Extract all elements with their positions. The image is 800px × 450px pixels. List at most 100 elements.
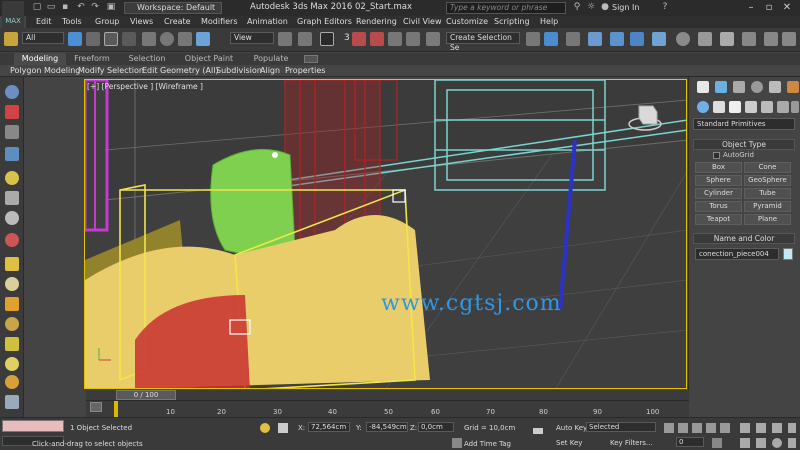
panel-polygon-modeling[interactable]: Polygon Modeling xyxy=(10,66,80,75)
scale-icon[interactable] xyxy=(178,32,192,46)
lock-selection-icon[interactable] xyxy=(260,423,270,433)
menu-civil-view[interactable]: Civil View xyxy=(403,17,442,26)
menu-edit[interactable]: Edit xyxy=(36,17,52,26)
set-key-button[interactable]: Set Key xyxy=(556,439,582,447)
align-icon[interactable] xyxy=(544,32,558,46)
panel-properties[interactable]: Properties xyxy=(285,66,325,75)
geosphere-primitive-icon[interactable] xyxy=(5,375,19,389)
project-folder-icon[interactable]: ▣ xyxy=(106,2,116,12)
teapot-button[interactable]: Teapot xyxy=(695,214,742,225)
search-input[interactable]: Type a keyword or phrase xyxy=(446,2,566,14)
mini-curve-editor-icon[interactable] xyxy=(90,402,102,412)
mirror-icon[interactable] xyxy=(526,32,540,46)
maxscript-listener[interactable] xyxy=(2,420,64,432)
menu-group[interactable]: Group xyxy=(95,17,119,26)
reference-coordinate-dropdown[interactable]: View xyxy=(230,32,274,44)
window-crossing-icon[interactable] xyxy=(122,32,136,46)
rotate-icon[interactable] xyxy=(160,32,174,46)
tab-populate[interactable]: Populate xyxy=(242,53,300,65)
modify-tab-icon[interactable] xyxy=(715,81,727,93)
keyboard-shortcut-icon[interactable] xyxy=(320,32,334,46)
maximize-icon[interactable]: ▫ xyxy=(762,1,776,15)
display-tab-icon[interactable] xyxy=(769,81,781,93)
field-of-view-icon[interactable] xyxy=(740,438,750,448)
lights-category-icon[interactable] xyxy=(729,101,741,113)
autogrid-checkbox[interactable]: AutoGrid xyxy=(713,151,754,159)
render-production-icon[interactable] xyxy=(720,32,734,46)
select-by-name-icon[interactable] xyxy=(86,32,100,46)
menu-tools[interactable]: Tools xyxy=(62,17,82,26)
spacewarps-category-icon[interactable] xyxy=(777,101,789,113)
rendered-frame-icon[interactable] xyxy=(698,32,712,46)
current-frame-marker[interactable] xyxy=(114,401,118,418)
open-file-icon[interactable]: ▭ xyxy=(46,2,56,12)
snap-toggle-icon[interactable] xyxy=(352,32,366,46)
scene-explorer-icon[interactable] xyxy=(5,85,19,99)
key-mode-dropdown[interactable]: Selected xyxy=(586,422,656,432)
y-coordinate-field[interactable]: -84,549cm xyxy=(366,422,408,432)
menu-modifiers[interactable]: Modifiers xyxy=(201,17,238,26)
cone-button[interactable]: Cone xyxy=(744,162,791,173)
panel-geometry-all[interactable]: Geometry (All) xyxy=(160,66,219,75)
particle-icon[interactable] xyxy=(5,395,19,409)
new-file-icon[interactable]: ▢ xyxy=(32,2,42,12)
activeshade-icon[interactable] xyxy=(764,32,778,46)
previous-frame-icon[interactable] xyxy=(678,423,688,433)
viewport-layout-icon[interactable] xyxy=(5,147,19,161)
select-object-icon[interactable] xyxy=(68,32,82,46)
tab-object-paint[interactable]: Object Paint xyxy=(176,53,242,65)
menu-customize[interactable]: Customize xyxy=(446,17,488,26)
time-configuration-icon[interactable] xyxy=(712,438,722,448)
systems-icon[interactable] xyxy=(5,233,19,247)
percent-snap-icon[interactable] xyxy=(388,32,402,46)
primitive-category-dropdown[interactable]: Standard Primitives xyxy=(693,118,795,130)
create-tab-icon[interactable] xyxy=(697,81,709,93)
edit-named-selection-icon[interactable] xyxy=(426,32,440,46)
pyramid-button[interactable]: Pyramid xyxy=(744,201,791,212)
sphere-button[interactable]: Sphere xyxy=(695,175,742,186)
sphere-primitive-icon[interactable] xyxy=(5,277,19,291)
track-bar[interactable]: 10 20 30 40 50 60 70 80 90 100 xyxy=(86,400,689,418)
curve-editor-icon[interactable] xyxy=(610,32,624,46)
helper-icon[interactable] xyxy=(5,191,19,205)
next-frame-icon[interactable] xyxy=(706,423,716,433)
shapes-category-icon[interactable] xyxy=(713,101,725,113)
select-manipulate-icon[interactable] xyxy=(298,32,312,46)
utilities-tab-icon[interactable] xyxy=(787,81,799,93)
z-coordinate-field[interactable]: 0,0cm xyxy=(418,422,454,432)
workspace-dropdown[interactable]: Workspace: Default xyxy=(124,2,222,14)
play-icon[interactable] xyxy=(692,423,702,433)
absolute-mode-icon[interactable] xyxy=(278,423,288,433)
menu-graph-editors[interactable]: Graph Editors xyxy=(297,17,352,26)
key-filters-button[interactable]: Key Filters... xyxy=(610,439,653,447)
viewcube-icon[interactable] xyxy=(627,102,663,138)
helpers-category-icon[interactable] xyxy=(761,101,773,113)
menu-rendering[interactable]: Rendering xyxy=(356,17,397,26)
box-primitive-icon[interactable] xyxy=(5,297,19,311)
current-frame-field[interactable]: 0 xyxy=(676,437,704,447)
redo-icon[interactable]: ↷ xyxy=(90,2,100,12)
torus-primitive-icon[interactable] xyxy=(5,317,19,331)
close-icon[interactable]: ✕ xyxy=(780,1,794,15)
space-warp-icon[interactable] xyxy=(5,211,19,225)
time-slider-handle[interactable]: 0 / 100 xyxy=(116,390,176,400)
zoom-all-icon[interactable] xyxy=(756,423,766,433)
undo-icon[interactable]: ↶ xyxy=(76,2,86,12)
auto-key-button[interactable]: Auto Key xyxy=(556,424,587,432)
object-type-rollout[interactable]: Object Type xyxy=(693,139,795,150)
geosphere-button[interactable]: GeoSphere xyxy=(744,175,791,186)
systems-category-icon[interactable] xyxy=(791,101,799,113)
binoculars-icon[interactable]: ⚲ xyxy=(572,2,582,12)
panel-edit[interactable]: Edit xyxy=(142,66,158,75)
hierarchy-tab-icon[interactable] xyxy=(733,81,745,93)
graphite-toggle-icon[interactable] xyxy=(588,32,602,46)
time-slider[interactable]: 0 / 100 xyxy=(86,390,689,400)
render-online-icon[interactable] xyxy=(782,32,796,46)
viewport-label[interactable]: [+] [Perspective ] [Wireframe ] xyxy=(87,82,203,91)
zoom-icon[interactable] xyxy=(740,423,750,433)
geometry-category-icon[interactable] xyxy=(697,101,709,113)
layer-manager-icon[interactable] xyxy=(566,32,580,46)
menu-views[interactable]: Views xyxy=(130,17,153,26)
key-icon[interactable] xyxy=(533,428,543,434)
plane-button[interactable]: Plane xyxy=(744,214,791,225)
